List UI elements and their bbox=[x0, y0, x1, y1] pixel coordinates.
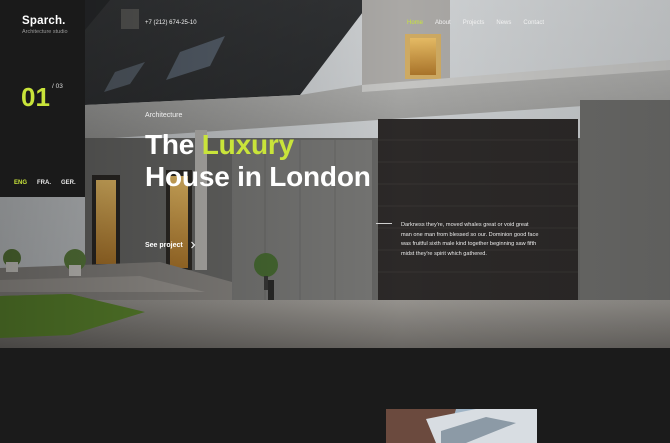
language-fra[interactable]: FRA. bbox=[37, 180, 51, 186]
nav-item-contact[interactable]: Contact bbox=[523, 20, 544, 26]
description-divider bbox=[376, 223, 392, 224]
project-thumbnail-art bbox=[386, 409, 537, 443]
see-project-label: See project bbox=[145, 241, 183, 249]
logo-tagline: Architecture studio bbox=[22, 29, 68, 35]
chevron-right-icon bbox=[190, 241, 195, 249]
slide-total-number: / 03 bbox=[52, 83, 63, 90]
hero-title-line2: House in London bbox=[145, 161, 371, 193]
phone-number[interactable]: +7 (212) 674-25-10 bbox=[145, 20, 197, 26]
see-project-link[interactable]: See project bbox=[145, 241, 197, 249]
hero-title: The Luxury House in London bbox=[145, 129, 371, 194]
project-thumbnail-image[interactable] bbox=[386, 409, 537, 443]
lower-section bbox=[0, 348, 670, 443]
slide-current-number: 01 bbox=[21, 82, 50, 112]
language-switcher: ENG FRA. GER. bbox=[14, 180, 76, 186]
language-ger[interactable]: GER. bbox=[61, 180, 76, 186]
nav-item-home[interactable]: Home bbox=[407, 20, 423, 26]
main-nav: Home About Projects News Contact bbox=[407, 20, 544, 26]
hero-description: Darkness they're, moved whales great or … bbox=[401, 222, 539, 257]
language-eng[interactable]: ENG bbox=[14, 180, 27, 186]
nav-item-projects[interactable]: Projects bbox=[463, 20, 485, 26]
brand-panel: Sparch. Architecture studio 01 / 03 ENG … bbox=[0, 0, 85, 197]
hero-title-part1: The bbox=[145, 129, 202, 160]
hero-category: Architecture bbox=[145, 112, 183, 119]
logo[interactable]: Sparch. bbox=[22, 15, 66, 27]
nav-item-about[interactable]: About bbox=[435, 20, 451, 26]
nav-item-news[interactable]: News bbox=[496, 20, 511, 26]
hero-title-accent: Luxury bbox=[201, 129, 294, 160]
